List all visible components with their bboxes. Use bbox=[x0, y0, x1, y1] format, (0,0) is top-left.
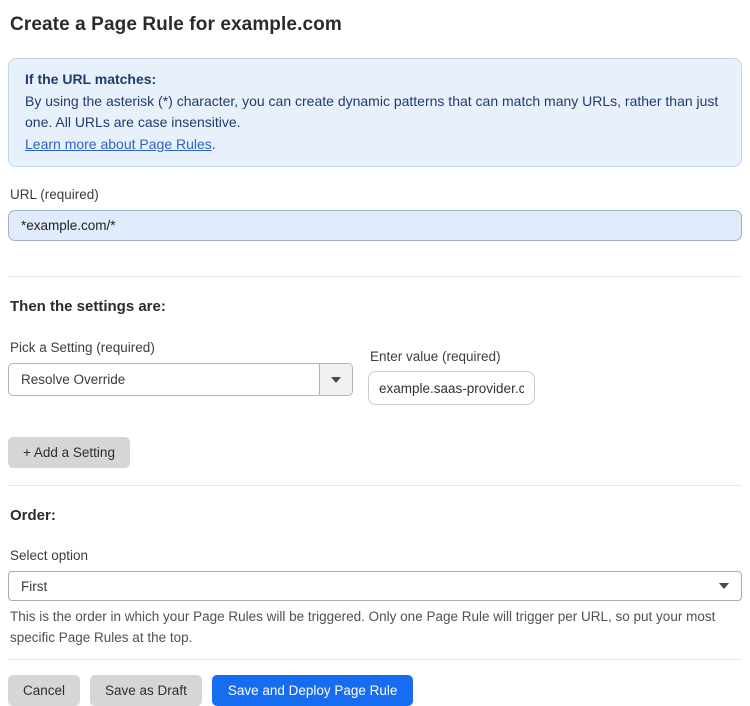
add-setting-button[interactable]: + Add a Setting bbox=[8, 437, 130, 468]
page-rule-form: Create a Page Rule for example.com If th… bbox=[0, 14, 750, 706]
section-divider bbox=[8, 485, 742, 486]
link-suffix: . bbox=[211, 135, 216, 152]
setting-picker-select[interactable]: Resolve Override bbox=[8, 363, 353, 396]
setting-picker-label: Pick a Setting (required) bbox=[10, 340, 155, 355]
setting-picker-dropdown-button[interactable] bbox=[319, 364, 352, 395]
url-field-label: URL (required) bbox=[10, 187, 99, 202]
info-box-body: By using the asterisk (*) character, you… bbox=[25, 92, 719, 131]
order-select-dropdown[interactable] bbox=[707, 572, 741, 600]
page-rules-link[interactable]: Learn more about Page Rules bbox=[25, 136, 212, 152]
setting-value-column: Enter value (required) bbox=[368, 349, 535, 405]
url-match-info-box: If the URL matches: By using the asteris… bbox=[8, 58, 742, 167]
order-select-label: Select option bbox=[10, 548, 89, 563]
info-box-link-line: Learn more about Page Rules. bbox=[25, 134, 725, 156]
chevron-down-icon bbox=[719, 583, 729, 589]
setting-value-label: Enter value (required) bbox=[370, 349, 501, 364]
page-title: Create a Page Rule for example.com bbox=[10, 14, 342, 35]
info-box-heading: If the URL matches: bbox=[25, 71, 157, 87]
footer-divider bbox=[8, 659, 742, 660]
settings-row: Pick a Setting (required) Resolve Overri… bbox=[8, 340, 742, 405]
setting-picker-value: Resolve Override bbox=[21, 372, 126, 387]
order-help-text: This is the order in which your Page Rul… bbox=[10, 609, 716, 645]
order-select[interactable]: First bbox=[8, 571, 742, 601]
setting-picker-column: Pick a Setting (required) Resolve Overri… bbox=[8, 340, 353, 396]
chevron-down-icon bbox=[331, 376, 341, 383]
order-select-value: First bbox=[21, 578, 48, 594]
section-divider bbox=[8, 276, 742, 277]
settings-section-heading: Then the settings are: bbox=[10, 298, 166, 315]
setting-value-input[interactable] bbox=[368, 371, 535, 405]
order-section-heading: Order: bbox=[10, 507, 56, 524]
url-input[interactable] bbox=[8, 210, 742, 241]
